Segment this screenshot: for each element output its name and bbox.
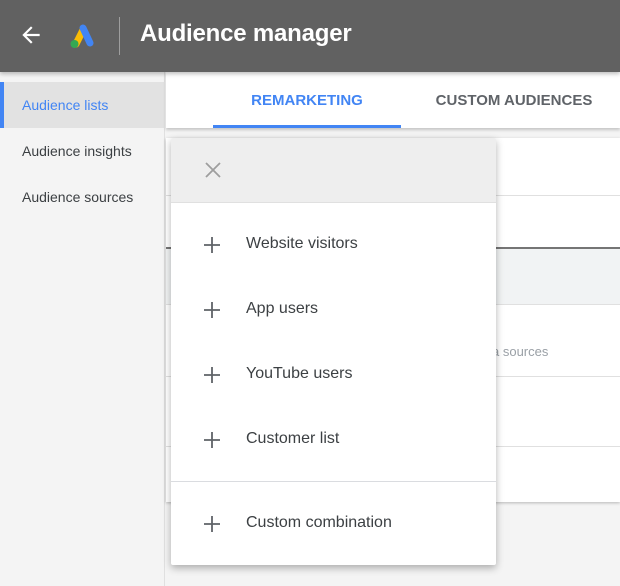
- menu-item-app-users[interactable]: App users: [171, 282, 496, 338]
- plus-icon: [204, 432, 220, 448]
- tab-remarketing[interactable]: REMARKETING: [213, 72, 401, 128]
- menu-item-website-visitors[interactable]: Website visitors: [171, 217, 496, 273]
- close-button[interactable]: [203, 160, 223, 180]
- sidebar-item-audience-insights[interactable]: Audience insights: [0, 128, 165, 174]
- plus-icon: [204, 237, 220, 253]
- menu-item-label: Website visitors: [246, 235, 358, 252]
- menu-item-youtube-users[interactable]: YouTube users: [171, 347, 496, 403]
- menu-divider: [171, 481, 496, 482]
- plus-icon: [204, 302, 220, 318]
- add-audience-menu: Website visitors App users YouTube users…: [171, 138, 496, 565]
- menu-item-custom-combination[interactable]: Custom combination: [171, 496, 496, 552]
- arrow-left-icon: [22, 26, 40, 44]
- menu-header: [171, 138, 496, 203]
- plus-icon: [204, 367, 220, 383]
- table-cell-text: a sources: [492, 344, 549, 359]
- back-button[interactable]: [18, 22, 44, 48]
- tab-custom-audiences[interactable]: CUSTOM AUDIENCES: [424, 72, 604, 128]
- close-icon: [205, 162, 221, 178]
- page-title: Audience manager: [140, 20, 352, 47]
- menu-item-label: App users: [246, 300, 319, 317]
- header-divider: [119, 17, 120, 55]
- sidebar: Audience lists Audience insights Audienc…: [0, 72, 165, 586]
- sidebar-item-audience-lists[interactable]: Audience lists: [0, 82, 165, 128]
- menu-item-label: Custom combination: [246, 514, 392, 531]
- plus-icon: [204, 516, 220, 532]
- tab-bar: REMARKETING CUSTOM AUDIENCES: [166, 72, 620, 128]
- sidebar-item-audience-sources[interactable]: Audience sources: [0, 174, 165, 220]
- menu-item-label: Customer list: [246, 430, 340, 447]
- app-header: Audience manager: [0, 0, 620, 72]
- menu-item-label: YouTube users: [246, 365, 353, 382]
- google-ads-logo: [66, 22, 96, 50]
- menu-item-customer-list[interactable]: Customer list: [171, 412, 496, 468]
